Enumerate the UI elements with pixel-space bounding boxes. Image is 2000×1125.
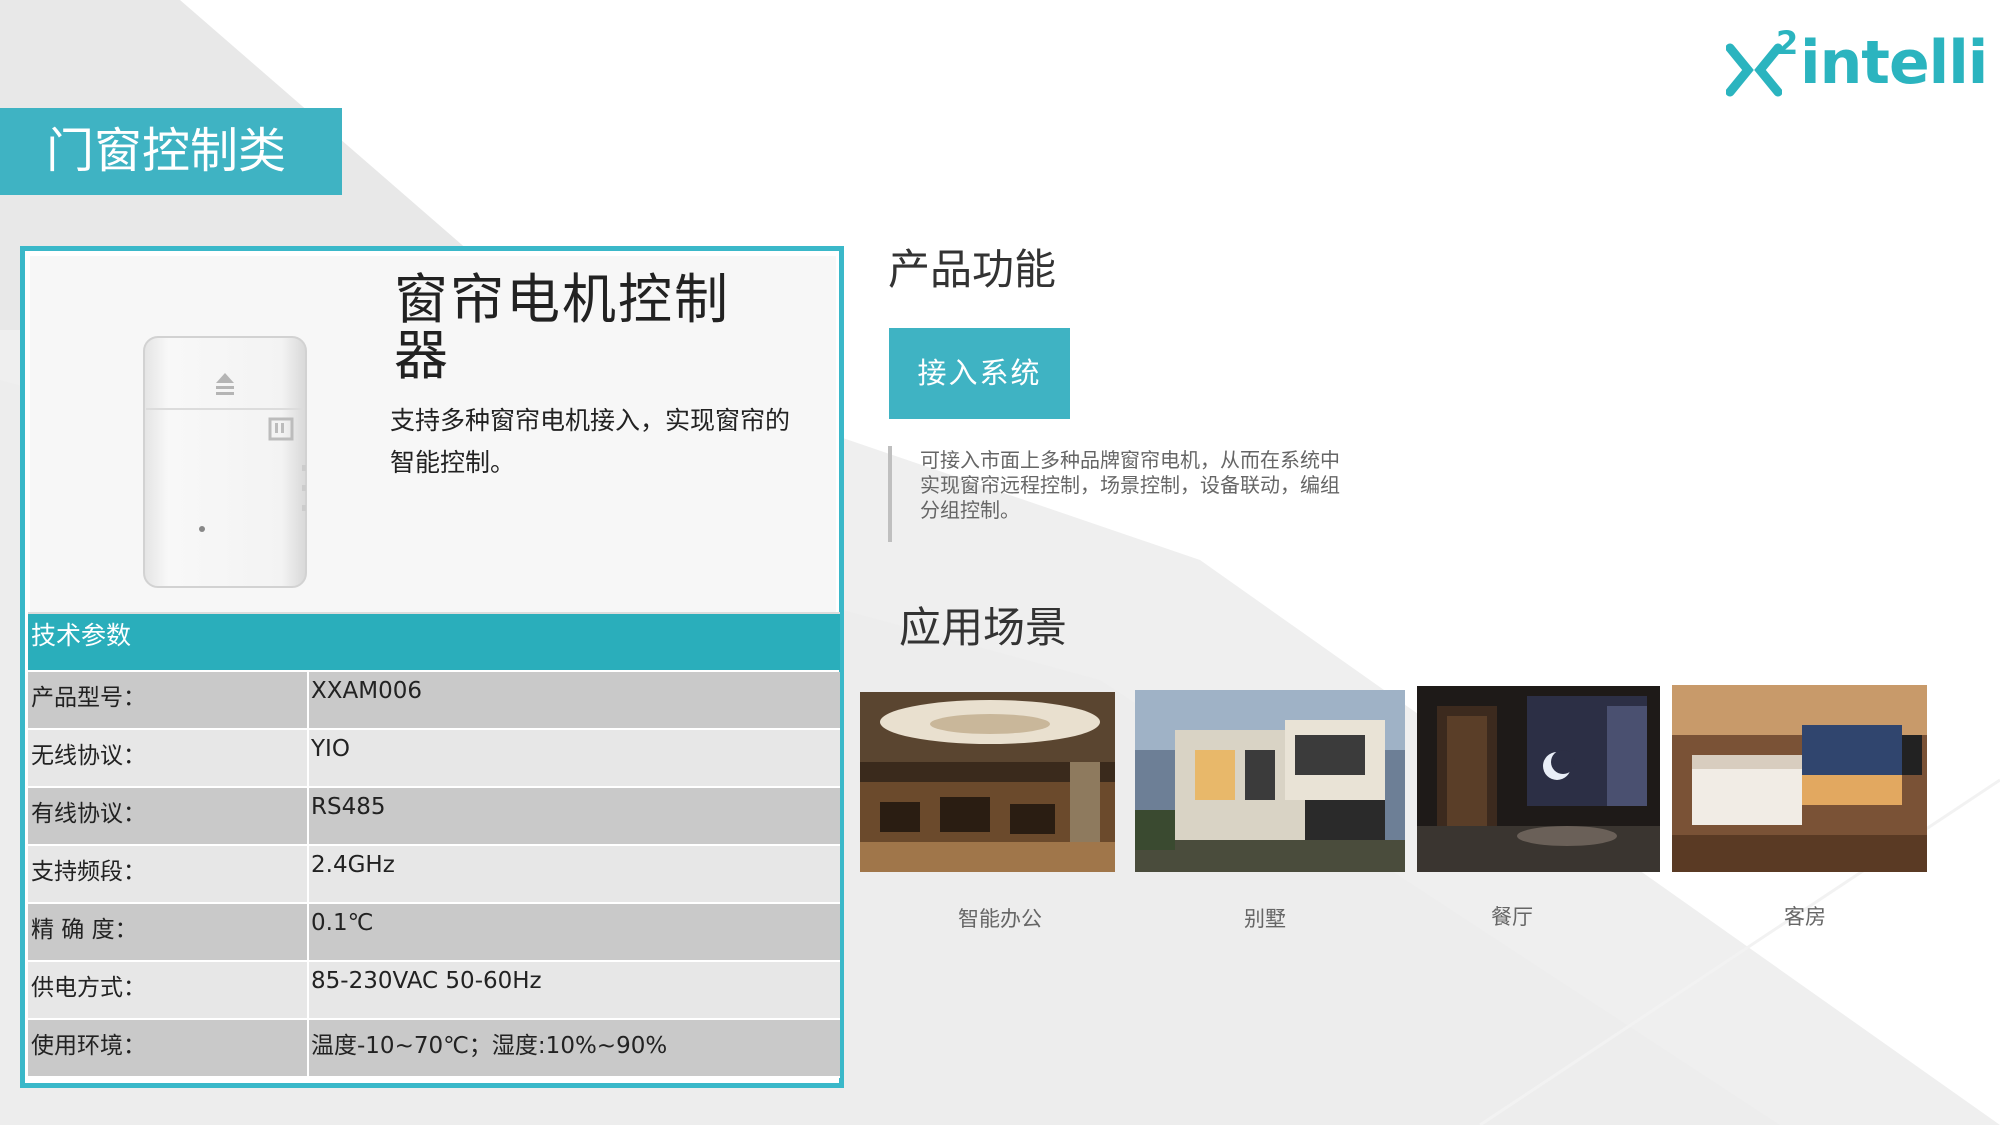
device-image (143, 336, 307, 588)
spec-header: 技术参数 (28, 612, 840, 670)
column-divider (307, 1020, 309, 1076)
column-divider (307, 904, 309, 960)
spec-value: YIO (311, 736, 350, 762)
scene-label-guestroom: 客房 (1784, 905, 1826, 929)
product-description: 支持多种窗帘电机接入，实现窗帘的智能控制。 (390, 406, 791, 477)
column-divider (307, 846, 309, 902)
column-divider (307, 788, 309, 844)
spec-header-label: 技术参数 (31, 621, 132, 650)
function-section-title: 产品功能 (888, 245, 1057, 294)
spec-value: 2.4GHz (311, 852, 395, 878)
spec-value: 温度-10~70℃；湿度:10%~90% (311, 1033, 668, 1059)
table-row: 产品型号： XXAM006 (28, 672, 840, 730)
spec-value: 85-230VAC 50-60Hz (311, 968, 542, 994)
column-divider (307, 962, 309, 1018)
table-row: 使用环境： 温度-10~70℃；湿度:10%~90% (28, 1020, 840, 1078)
column-divider (307, 672, 309, 728)
column-divider (307, 730, 309, 786)
spec-key: 无线协议： (31, 743, 146, 769)
table-row: 支持频段： 2.4GHz (28, 846, 840, 904)
table-row: 精 确 度： 0.1℃ (28, 904, 840, 962)
spec-key: 精 确 度： (31, 917, 138, 943)
spec-table: 产品型号： XXAM006 无线协议： YIO 有线协议： RS485 支持频段… (28, 672, 840, 1078)
spec-key: 支持频段： (31, 859, 146, 885)
table-row: 供电方式： 85-230VAC 50-60Hz (28, 962, 840, 1020)
category-banner: 门窗控制类 (0, 108, 342, 195)
table-row: 无线协议： YIO (28, 730, 840, 788)
spec-value: RS485 (311, 794, 386, 820)
scene-image-villa (1135, 690, 1405, 872)
scene-image-restaurant (1417, 686, 1660, 872)
quote-bar (888, 446, 892, 542)
scene-image-guestroom (1672, 685, 1927, 872)
table-row: 有线协议： RS485 (28, 788, 840, 846)
connect-system-button[interactable]: 接入系统 (889, 328, 1070, 419)
logo-mark-icon (1726, 43, 1782, 97)
scenes-section-title: 应用场景 (899, 603, 1068, 652)
scene-label-restaurant: 餐厅 (1491, 905, 1533, 929)
scene-label-office: 智能办公 (958, 907, 1042, 931)
logo-superscript: 2 (1776, 24, 1799, 62)
product-title: 窗帘电机控制器 (394, 268, 730, 387)
spec-key: 供电方式： (31, 975, 146, 1001)
scene-label-villa: 别墅 (1244, 907, 1286, 931)
spec-value: XXAM006 (311, 678, 422, 704)
logo-text: intelli (1800, 28, 1988, 98)
spec-value: 0.1℃ (311, 910, 374, 936)
spec-key: 使用环境： (31, 1033, 146, 1059)
spec-key: 产品型号： (31, 685, 146, 711)
spec-key: 有线协议： (31, 801, 146, 827)
scene-image-office (860, 692, 1115, 872)
function-description: 可接入市面上多种品牌窗帘电机，从而在系统中实现窗帘远程控制，场景控制，设备联动，… (920, 448, 1340, 522)
